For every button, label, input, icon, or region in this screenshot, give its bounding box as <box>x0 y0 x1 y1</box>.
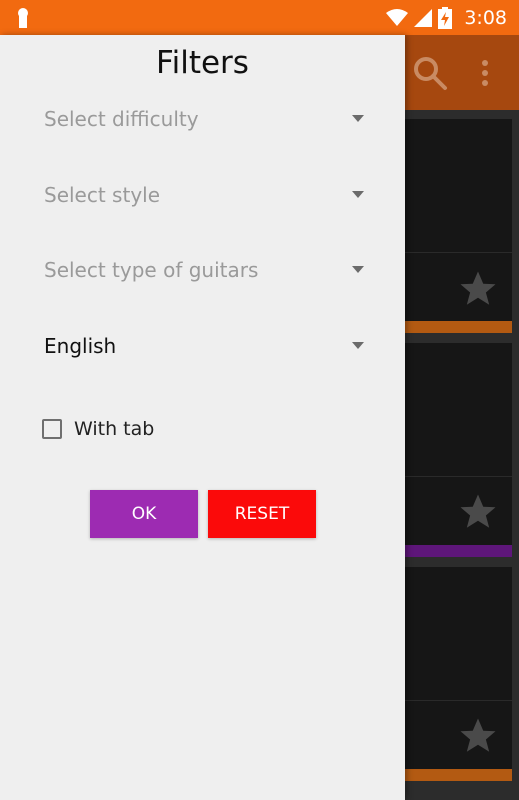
guitar-type-dropdown[interactable]: Select type of guitars <box>44 246 370 296</box>
card-strip <box>405 769 512 781</box>
reset-button[interactable]: RESET <box>208 490 316 538</box>
dropdown-arrow-icon <box>352 342 364 349</box>
app-notification-icon <box>18 8 28 28</box>
with-tab-row[interactable]: With tab <box>42 415 154 443</box>
ok-button[interactable]: OK <box>90 490 198 538</box>
dropdown-arrow-icon <box>352 115 364 122</box>
battery-charging-icon <box>438 6 453 29</box>
dropdown-label: Select difficulty <box>44 107 199 131</box>
search-icon[interactable] <box>412 55 448 91</box>
star-icon[interactable] <box>457 268 499 310</box>
signal-icon <box>414 8 433 27</box>
dropdown-arrow-icon <box>352 266 364 273</box>
dropdown-label: Select style <box>44 183 161 207</box>
dropdown-label: English <box>44 334 117 358</box>
star-icon[interactable] <box>457 715 499 757</box>
language-dropdown[interactable]: English <box>44 322 370 372</box>
with-tab-label: With tab <box>74 418 155 440</box>
dropdown-label: Select type of guitars <box>44 258 259 282</box>
more-vert-icon[interactable] <box>480 59 490 89</box>
star-icon[interactable] <box>457 491 499 533</box>
status-time: 3:08 <box>464 6 507 29</box>
wifi-icon <box>386 8 409 26</box>
status-bar: 3:08 <box>0 0 519 35</box>
status-icons: 3:08 <box>386 0 507 35</box>
style-dropdown[interactable]: Select style <box>44 171 370 221</box>
card-strip <box>405 321 512 333</box>
difficulty-dropdown[interactable]: Select difficulty <box>44 95 370 145</box>
with-tab-checkbox[interactable] <box>42 419 62 439</box>
filters-drawer: Filters Select difficulty Select style S… <box>0 35 405 800</box>
dropdown-arrow-icon <box>352 191 364 198</box>
drawer-title: Filters <box>156 45 249 81</box>
card-strip <box>405 545 512 557</box>
